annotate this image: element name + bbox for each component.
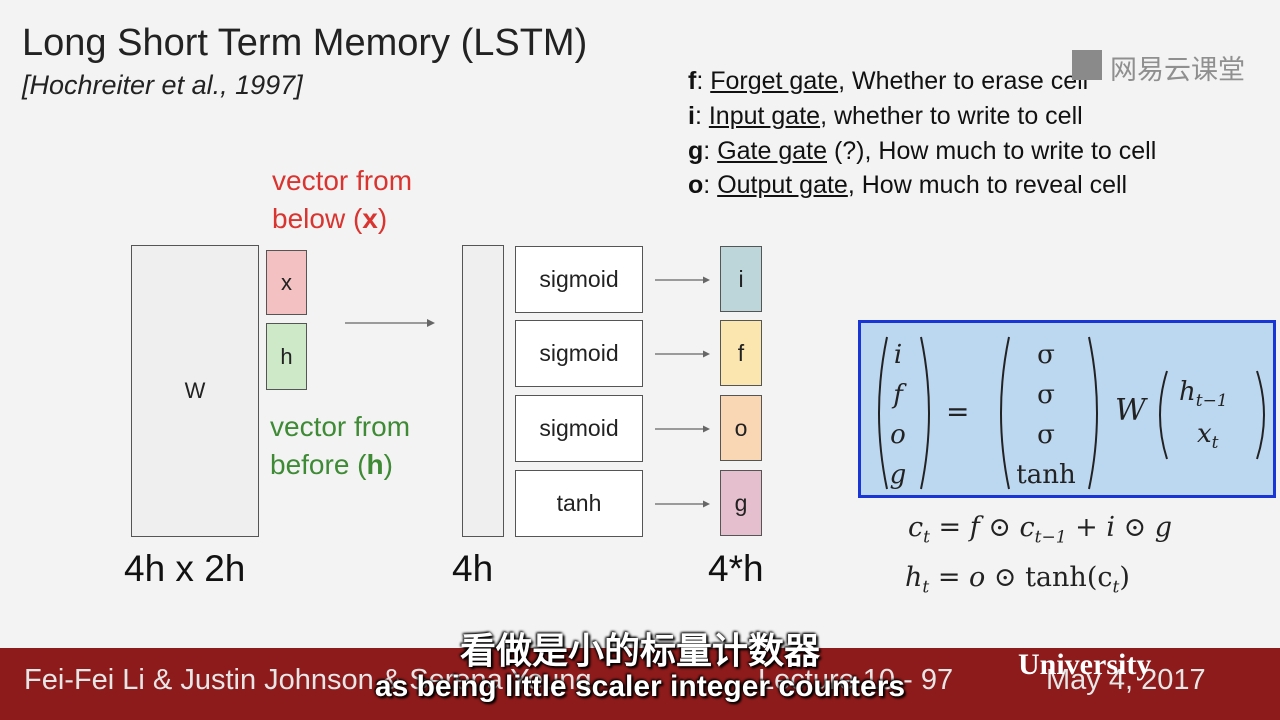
watermark-logo: 网易云课堂 <box>1072 48 1272 85</box>
output-i-box: i <box>720 246 762 312</box>
logo-icon <box>1072 50 1102 80</box>
x-vector-box: x <box>266 250 307 315</box>
arrow-icon <box>655 276 710 284</box>
hidden-state-equation: ht = o ⊙ tanh(ct) <box>905 562 1130 598</box>
preactivation-column <box>462 245 504 537</box>
citation: [Hochreiter et al., 1997] <box>22 70 303 100</box>
activation-vector: σ σ σ tanh <box>1016 340 1076 490</box>
arrow-icon <box>655 350 710 358</box>
h-prev-term: ht−1 <box>1179 377 1228 412</box>
slide-title: Long Short Term Memory (LSTM) <box>22 22 588 64</box>
gate-def-gate: g: Gate gate (?), How much to write to c… <box>688 137 1157 165</box>
activation-sigmoid-2: sigmoid <box>515 320 643 387</box>
weight-symbol: W <box>1115 393 1146 428</box>
lhs-vector: ifog <box>889 340 907 490</box>
gate-def-output: o: Output gate, How much to reveal cell <box>688 171 1128 199</box>
watermark-text: 网易云课堂 <box>1110 55 1245 85</box>
equals-sign: = <box>946 395 970 428</box>
x-term: xt <box>1197 419 1219 454</box>
subtitle-english: as being little scaler integer counters <box>374 670 906 703</box>
activation-sigmoid-1: sigmoid <box>515 246 643 313</box>
weight-dims-label: 4h x 2h <box>124 548 246 589</box>
cell-state-equation: ct = f ⊙ ct−1 + i ⊙ g <box>908 512 1173 548</box>
vector-from-before-label: vector from before (h) <box>270 411 411 480</box>
output-g-box: g <box>720 470 762 536</box>
output-dims-label: 4*h <box>708 548 764 589</box>
gate-def-input: i: Input gate, whether to write to cell <box>688 102 1083 130</box>
weight-matrix: W <box>131 245 259 537</box>
arrow-icon <box>655 500 710 508</box>
vector-from-below-label: vector from below (x) <box>272 165 413 234</box>
output-o-box: o <box>720 395 762 461</box>
output-f-box: f <box>720 320 762 386</box>
arrow-icon <box>655 425 710 433</box>
activation-sigmoid-3: sigmoid <box>515 395 643 462</box>
gate-equation-box: ifog = σ σ σ tanh W ht−1 xt <box>858 320 1276 498</box>
preactivation-dims-label: 4h <box>452 548 494 589</box>
activation-tanh: tanh <box>515 470 643 537</box>
multiply-arrow-icon <box>345 319 435 327</box>
h-vector-box: h <box>266 323 307 390</box>
subtitle-chinese: 看做是小的标量计数器 <box>459 630 820 671</box>
gate-def-forget: f: Forget gate, Whether to erase cell <box>688 67 1089 95</box>
